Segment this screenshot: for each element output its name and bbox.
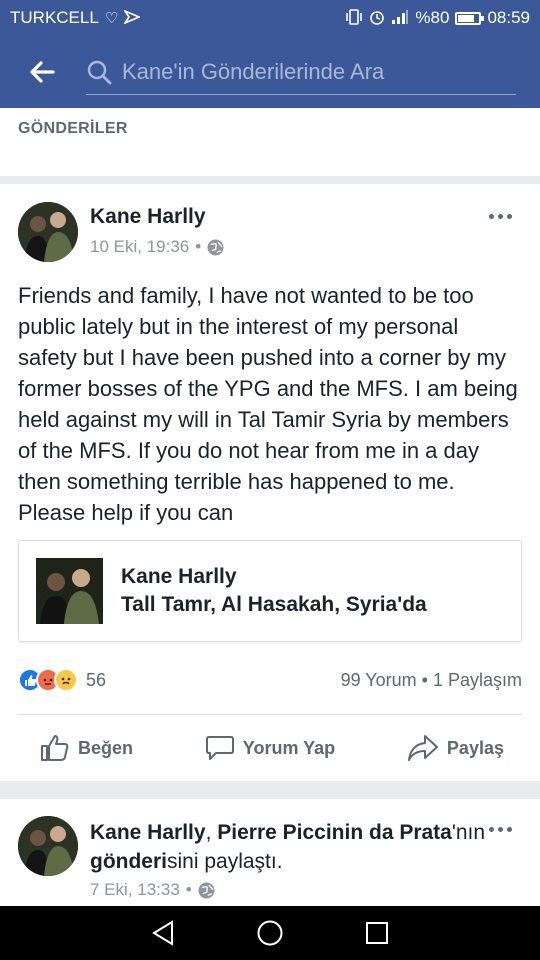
possessive-suffix: 'nın xyxy=(451,821,486,844)
dot-icon xyxy=(497,826,503,832)
share-icon xyxy=(407,735,438,761)
meta-separator: • xyxy=(195,237,202,256)
like-button[interactable]: Beğen xyxy=(40,734,133,762)
globe-icon xyxy=(198,882,215,898)
post-time[interactable]: 7 Eki, 13:33 xyxy=(90,880,180,900)
share-button[interactable]: Paylaş xyxy=(407,734,504,762)
shared-post-headline: Kane Harlly, Pierre Piccinin da Prata'nı… xyxy=(90,818,490,876)
status-bar: TURKCELL ♡ %80 08:59 xyxy=(0,0,540,36)
square-recents-icon xyxy=(365,922,388,944)
comment-label: Yorum Yap xyxy=(242,737,336,758)
shared-post-card: Kane Harlly, Pierre Piccinin da Prata'nı… xyxy=(0,799,540,909)
battery-icon xyxy=(455,11,485,25)
checkin-card[interactable]: Kane Harlly Tall Tamr, Al Hasakah, Syria… xyxy=(18,540,522,642)
back-arrow-icon xyxy=(30,61,55,83)
post-card: Kane Harlly 10 Eki, 19:36 • Friends and … xyxy=(0,184,540,781)
search-header xyxy=(0,36,540,108)
original-post-author[interactable]: Pierre Piccinin da Prata xyxy=(217,821,452,844)
post-author[interactable]: Kane Harlly xyxy=(90,205,206,229)
battery-percent: %80 xyxy=(415,8,450,27)
back-button[interactable] xyxy=(20,50,64,94)
more-options-button[interactable] xyxy=(482,204,518,228)
post-meta: 7 Eki, 13:33 • xyxy=(90,880,215,900)
checkin-name: Kane Harlly xyxy=(121,565,237,588)
sad-reaction-icon xyxy=(54,668,78,692)
nav-recents-button[interactable] xyxy=(357,913,397,953)
shared-suffix: sini paylaştı. xyxy=(167,850,283,873)
checkin-place: Tall Tamr, Al Hasakah, Syria'da xyxy=(121,593,427,616)
search-box xyxy=(86,49,516,95)
thumbs-up-icon xyxy=(41,735,69,761)
alarm-icon xyxy=(369,9,385,28)
globe-icon xyxy=(207,239,224,255)
circle-home-icon xyxy=(257,920,283,946)
like-label: Beğen xyxy=(78,737,134,758)
checkin-photo xyxy=(36,558,103,624)
avatar[interactable] xyxy=(18,202,78,262)
more-options-button[interactable] xyxy=(482,817,518,841)
signal-icon xyxy=(391,9,409,28)
nav-back-button[interactable] xyxy=(143,913,183,953)
divider xyxy=(18,714,522,715)
search-input[interactable] xyxy=(122,58,516,85)
original-post-link[interactable]: gönderi xyxy=(90,850,167,873)
notification-icon xyxy=(123,8,142,27)
shared-post-author[interactable]: Kane Harlly xyxy=(90,821,206,844)
carrier-label: TURKCELL xyxy=(10,8,99,27)
reactions-count: 56 xyxy=(86,669,107,690)
post-time[interactable]: 10 Eki, 19:36 xyxy=(90,237,189,257)
comment-button[interactable]: Yorum Yap xyxy=(205,734,335,762)
meta-separator: • xyxy=(185,880,192,899)
nav-home-button[interactable] xyxy=(250,913,290,953)
heart-icon: ♡ xyxy=(104,9,119,27)
system-nav-bar xyxy=(0,906,540,960)
avatar[interactable] xyxy=(18,816,78,876)
post-meta: 10 Eki, 19:36 • xyxy=(90,237,224,257)
comma: , xyxy=(205,821,212,844)
dot-icon xyxy=(497,213,503,219)
post-actions: Beğen Yorum Yap Paylaş xyxy=(0,724,540,772)
triangle-back-icon xyxy=(152,920,174,946)
search-icon xyxy=(87,60,112,84)
dot-icon xyxy=(488,826,494,832)
comments-shares-stats[interactable]: 99 Yorum • 1 Paylaşım xyxy=(341,670,522,691)
comment-icon xyxy=(205,736,234,760)
section-title: GÖNDERİLER xyxy=(0,108,540,176)
vibrate-icon xyxy=(345,8,363,28)
dot-icon xyxy=(488,213,494,219)
dot-icon xyxy=(506,826,512,832)
reactions-summary[interactable]: 56 xyxy=(18,668,106,692)
post-text: Friends and family, I have not wanted to… xyxy=(18,283,518,525)
share-label: Paylaş xyxy=(446,737,504,758)
dot-icon xyxy=(506,213,512,219)
clock: 08:59 xyxy=(487,8,530,27)
